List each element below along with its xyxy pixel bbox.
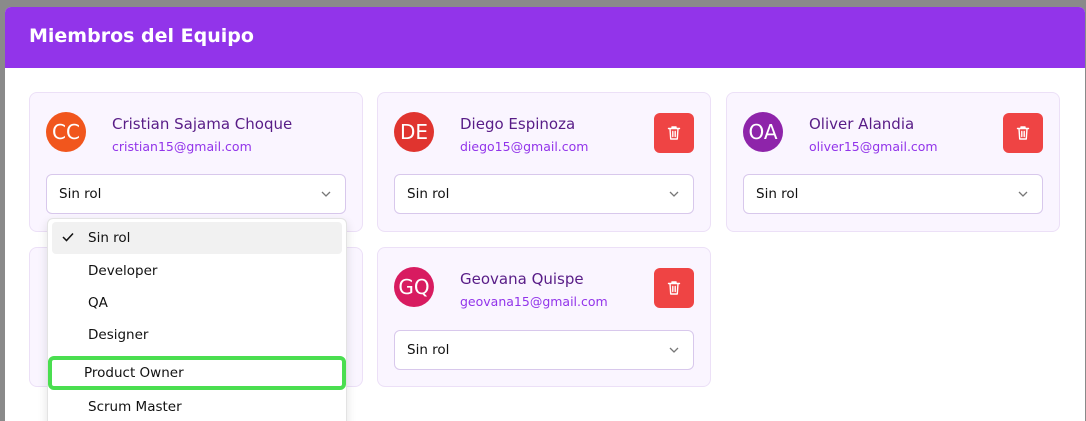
panel-header: Miembros del Equipo bbox=[5, 7, 1085, 68]
role-option-sin-rol[interactable]: Sin rol bbox=[52, 222, 342, 254]
role-dropdown-menu: Sin rol Developer QA Designer Product Ow… bbox=[47, 218, 347, 421]
role-option-developer[interactable]: Developer bbox=[52, 255, 342, 287]
member-name: Cristian Sajama Choque bbox=[112, 115, 293, 133]
check-icon bbox=[62, 232, 74, 242]
chevron-down-icon bbox=[669, 347, 679, 353]
role-select-value: Sin rol bbox=[407, 342, 450, 358]
option-label: Sin rol bbox=[88, 230, 131, 246]
option-label: QA bbox=[88, 295, 108, 311]
trash-icon bbox=[1016, 126, 1030, 140]
chevron-down-icon bbox=[1018, 191, 1028, 197]
team-members-panel: Miembros del Equipo CC Cristian Sajama C… bbox=[5, 7, 1085, 421]
trash-icon bbox=[667, 126, 681, 140]
trash-icon bbox=[667, 281, 681, 295]
avatar: GQ bbox=[394, 267, 434, 307]
role-select[interactable]: Sin rol bbox=[46, 174, 346, 214]
role-option-qa[interactable]: QA bbox=[52, 287, 342, 319]
role-select-value: Sin rol bbox=[756, 186, 799, 202]
role-select[interactable]: Sin rol bbox=[394, 174, 694, 214]
option-label: Scrum Master bbox=[88, 399, 182, 415]
chevron-down-icon bbox=[321, 191, 331, 197]
member-email: oliver15@gmail.com bbox=[809, 139, 938, 154]
member-email: geovana15@gmail.com bbox=[460, 294, 608, 309]
member-card-geovana: GQ Geovana Quispe geovana15@gmail.com Si… bbox=[377, 247, 711, 387]
option-label: Product Owner bbox=[84, 365, 184, 381]
member-email: cristian15@gmail.com bbox=[112, 139, 252, 154]
role-select[interactable]: Sin rol bbox=[394, 330, 694, 370]
member-card-oliver: OA Oliver Alandia oliver15@gmail.com Sin… bbox=[726, 92, 1060, 232]
delete-member-button[interactable] bbox=[1003, 113, 1043, 153]
panel-title: Miembros del Equipo bbox=[29, 25, 254, 47]
role-select-value: Sin rol bbox=[59, 186, 102, 202]
chevron-down-icon bbox=[669, 191, 679, 197]
member-name: Geovana Quispe bbox=[460, 270, 584, 288]
role-select-value: Sin rol bbox=[407, 186, 450, 202]
member-name: Diego Espinoza bbox=[460, 115, 576, 133]
option-label: Designer bbox=[88, 327, 149, 343]
member-name: Oliver Alandia bbox=[809, 115, 915, 133]
role-select[interactable]: Sin rol bbox=[743, 174, 1043, 214]
member-card-diego: DE Diego Espinoza diego15@gmail.com Sin … bbox=[377, 92, 711, 232]
delete-member-button[interactable] bbox=[654, 268, 694, 308]
avatar: DE bbox=[394, 112, 434, 152]
role-option-scrum-master[interactable]: Scrum Master bbox=[52, 391, 342, 421]
role-option-product-owner[interactable]: Product Owner bbox=[48, 356, 346, 390]
avatar: CC bbox=[46, 112, 86, 152]
option-label: Developer bbox=[88, 263, 158, 279]
member-card-cristian: CC Cristian Sajama Choque cristian15@gma… bbox=[29, 92, 363, 232]
avatar: OA bbox=[743, 112, 783, 152]
role-option-designer[interactable]: Designer bbox=[52, 319, 342, 351]
delete-member-button[interactable] bbox=[654, 113, 694, 153]
member-email: diego15@gmail.com bbox=[460, 139, 589, 154]
